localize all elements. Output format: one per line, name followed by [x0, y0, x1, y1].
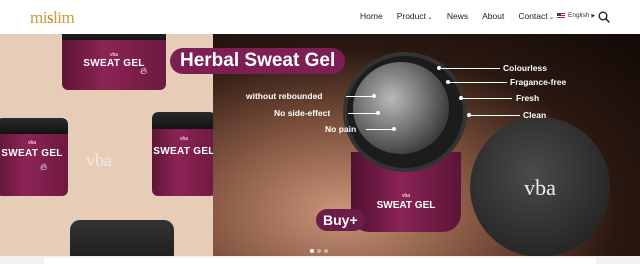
jar-name-text: SWEAT GEL	[153, 146, 215, 157]
slide-indicators	[310, 249, 331, 253]
nav-product[interactable]: Product⌄	[397, 11, 433, 21]
feature-callout: No side-effect	[274, 108, 331, 118]
callout-line	[449, 82, 507, 83]
site-logo[interactable]: mislim	[30, 8, 75, 28]
plus-icon: +	[349, 212, 358, 228]
open-jar-image: SWEAT GEL vba	[343, 52, 467, 232]
callout-line	[462, 98, 512, 99]
callout-line	[440, 68, 500, 69]
flame-icon: 🔥︎	[140, 66, 148, 77]
feature-callout: Clean	[523, 110, 547, 120]
open-jar-name-text: SWEAT GEL	[376, 200, 436, 211]
product-jar-image: vba SWEAT GEL 🔥︎	[62, 34, 166, 90]
nav-news-label: News	[446, 11, 469, 21]
slide-dot[interactable]	[324, 249, 328, 253]
slide-dot[interactable]	[310, 249, 314, 253]
jar-name-text: SWEAT GEL	[1, 148, 63, 159]
callout-line	[366, 129, 394, 130]
callout-line	[348, 113, 378, 114]
jar-brand-text: vba	[179, 136, 189, 142]
language-selector[interactable]: English ▶	[557, 12, 595, 19]
nav-about-label: About	[482, 11, 505, 21]
chevron-down-icon: ⌄	[548, 14, 555, 21]
feature-callout: Fresh	[516, 93, 540, 103]
logo-text-start: mi	[30, 8, 47, 27]
site-header: mislim Home Product⌄ News About Contact⌄…	[0, 0, 640, 34]
jar-brand-text: vba	[27, 140, 37, 146]
callout-line	[346, 96, 374, 97]
nav-product-label: Product	[396, 11, 426, 21]
gel-texture	[353, 62, 449, 154]
nav-home[interactable]: Home	[360, 11, 383, 21]
buy-button[interactable]: Buy+	[316, 209, 365, 231]
caret-right-icon: ▶	[591, 12, 596, 19]
callout-dot	[392, 127, 396, 131]
feature-callout: No pain	[325, 124, 357, 134]
us-flag-icon	[557, 12, 565, 19]
nav-news[interactable]: News	[447, 11, 468, 21]
jar-lid-image: vba	[470, 117, 610, 256]
hero-banner: vba SWEAT GEL 🔥︎ vba SWEAT GEL 🔥︎ vba SW…	[0, 34, 640, 256]
nav-home-label: Home	[360, 11, 383, 21]
callout-dot	[372, 94, 376, 98]
nav-contact[interactable]: Contact⌄	[518, 11, 554, 21]
language-label: English	[568, 12, 590, 19]
open-jar-brand-text: vba	[401, 193, 411, 199]
hero-headline: Herbal Sweat Gel	[170, 48, 346, 74]
feature-callout: Fragance-free	[510, 77, 567, 87]
callout-line	[470, 115, 520, 116]
lid-logo-text: vba	[524, 175, 556, 200]
feature-callout: without rebounded	[246, 91, 323, 101]
logo-text-end: lim	[53, 8, 75, 27]
content-card	[44, 258, 596, 264]
chevron-down-icon: ⌄	[426, 14, 433, 21]
buy-button-label: Buy	[323, 212, 350, 228]
slide-dot[interactable]	[317, 249, 321, 253]
jar-name-text: SWEAT GEL	[83, 58, 145, 69]
callout-dot	[376, 111, 380, 115]
product-jar-image	[70, 220, 174, 256]
product-jar-image: vba SWEAT GEL 🔥︎	[0, 118, 68, 196]
feature-callout: Colourless	[503, 63, 547, 73]
nav-about[interactable]: About	[482, 11, 504, 21]
nav-contact-label: Contact	[518, 11, 548, 21]
product-jar-image: vba SWEAT GEL	[152, 112, 216, 196]
search-icon[interactable]	[598, 11, 610, 23]
flame-icon: 🔥︎	[40, 162, 48, 173]
brand-watermark: vba	[86, 150, 112, 170]
main-nav: Home Product⌄ News About Contact⌄	[360, 11, 569, 21]
